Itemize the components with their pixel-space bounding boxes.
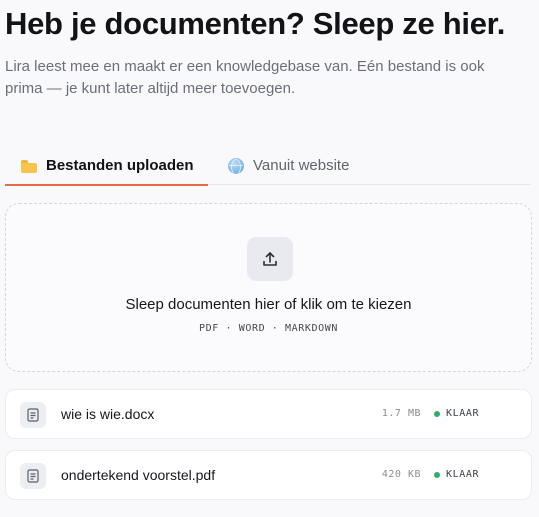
file-size: 1.7 MB bbox=[381, 408, 421, 419]
document-icon bbox=[20, 402, 46, 428]
status-badge: KLAAR bbox=[434, 469, 479, 480]
tab-from-website[interactable]: Vanuit website bbox=[228, 146, 349, 185]
status-dot bbox=[434, 471, 440, 478]
file-name: ondertekend voorstel.pdf bbox=[61, 467, 216, 483]
dropzone-title: Sleep documenten hier of klik om te kiez… bbox=[125, 296, 412, 313]
globe-icon bbox=[228, 157, 244, 175]
source-tabs: Bestanden uploaden Vanuit website bbox=[5, 146, 531, 186]
document-icon bbox=[20, 463, 46, 489]
tab-upload-files[interactable]: Bestanden uploaden bbox=[5, 146, 208, 186]
page-title: Heb je documenten? Sleep ze hier. bbox=[5, 6, 506, 41]
status-label: KLAAR bbox=[446, 408, 480, 419]
status-label: KLAAR bbox=[446, 469, 480, 480]
file-size: 420 KB bbox=[381, 469, 421, 480]
file-dropzone[interactable]: Sleep documenten hier of klik om te kiez… bbox=[5, 203, 532, 372]
page-subtitle: Lira leest mee en maakt er een knowledge… bbox=[5, 58, 485, 97]
status-badge: KLAAR bbox=[434, 408, 479, 419]
upload-button[interactable] bbox=[247, 237, 293, 281]
file-name: wie is wie.docx bbox=[61, 406, 155, 422]
folder-icon bbox=[21, 160, 37, 173]
dropzone-formats: PDF · WORD · MARKDOWN bbox=[198, 323, 339, 334]
upload-icon bbox=[263, 252, 277, 266]
file-item[interactable]: wie is wie.docx 1.7 MB KLAAR bbox=[5, 389, 532, 439]
status-dot bbox=[434, 410, 440, 417]
file-item[interactable]: ondertekend voorstel.pdf 420 KB KLAAR bbox=[5, 450, 532, 500]
tab-label: Bestanden uploaden bbox=[46, 157, 194, 174]
tab-label: Vanuit website bbox=[253, 157, 350, 174]
